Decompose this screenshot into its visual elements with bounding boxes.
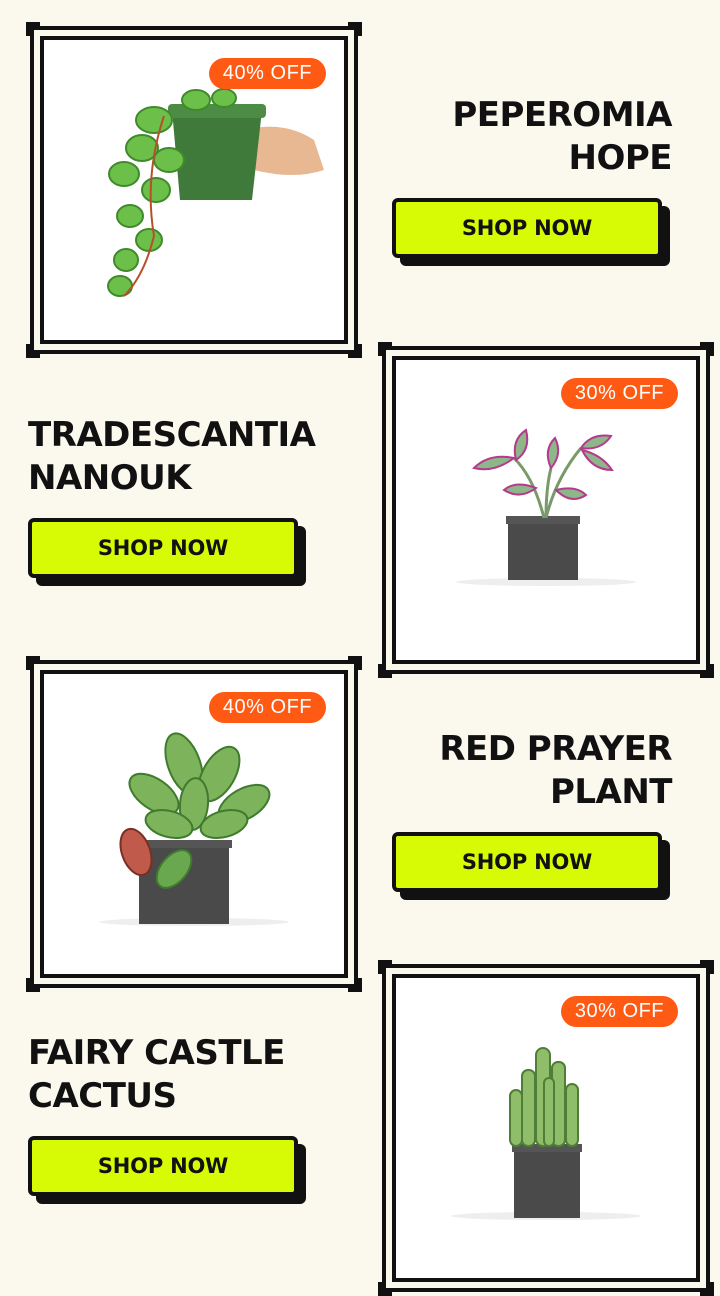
- shop-now-button[interactable]: SHOP NOW: [28, 518, 298, 578]
- product-title-line-2: PLANT: [549, 772, 673, 812]
- shop-now-button[interactable]: SHOP NOW: [392, 832, 662, 892]
- product-image-frame[interactable]: 40% OFF: [26, 22, 362, 358]
- product-title-line-1: PEPEROMIA: [452, 95, 672, 135]
- product-card-red-prayer-plant: 40% OFF RED PRAYER PLANT SHOP NOW: [0, 656, 720, 992]
- product-title: RED PRAYER PLANT: [372, 728, 672, 814]
- discount-badge: 40% OFF: [208, 58, 326, 89]
- product-title-line-1: FAIRY CASTLE: [28, 1033, 285, 1073]
- product-title-line-2: CACTUS: [28, 1076, 177, 1116]
- discount-badge: 40% OFF: [208, 692, 326, 723]
- product-image-frame[interactable]: 30% OFF: [378, 960, 714, 1296]
- product-title: TRADESCANTIA NANOUK: [28, 414, 328, 500]
- product-title: FAIRY CASTLE CACTUS: [28, 1032, 328, 1118]
- product-title-line-2: HOPE: [568, 138, 672, 178]
- product-title-line-1: TRADESCANTIA: [28, 415, 316, 455]
- product-image-frame[interactable]: 40% OFF: [26, 656, 362, 992]
- shop-now-button[interactable]: SHOP NOW: [28, 1136, 298, 1196]
- product-card-peperomia-hope: 40% OFF PEPEROMIA HOPE SHOP NOW: [0, 22, 720, 358]
- product-title-line-1: RED PRAYER: [439, 729, 672, 769]
- discount-badge: 30% OFF: [560, 996, 678, 1027]
- product-card-tradescantia-nanouk: 30% OFF TRADESCANTIA NANOUK SHOP NOW: [0, 342, 720, 678]
- shop-now-button[interactable]: SHOP NOW: [392, 198, 662, 258]
- product-image-frame[interactable]: 30% OFF: [378, 342, 714, 678]
- product-card-fairy-castle-cactus: 30% OFF FAIRY CASTLE CACTUS SHOP NOW: [0, 960, 720, 1296]
- product-title-line-2: NANOUK: [28, 458, 192, 498]
- product-title: PEPEROMIA HOPE: [372, 94, 672, 180]
- discount-badge: 30% OFF: [560, 378, 678, 409]
